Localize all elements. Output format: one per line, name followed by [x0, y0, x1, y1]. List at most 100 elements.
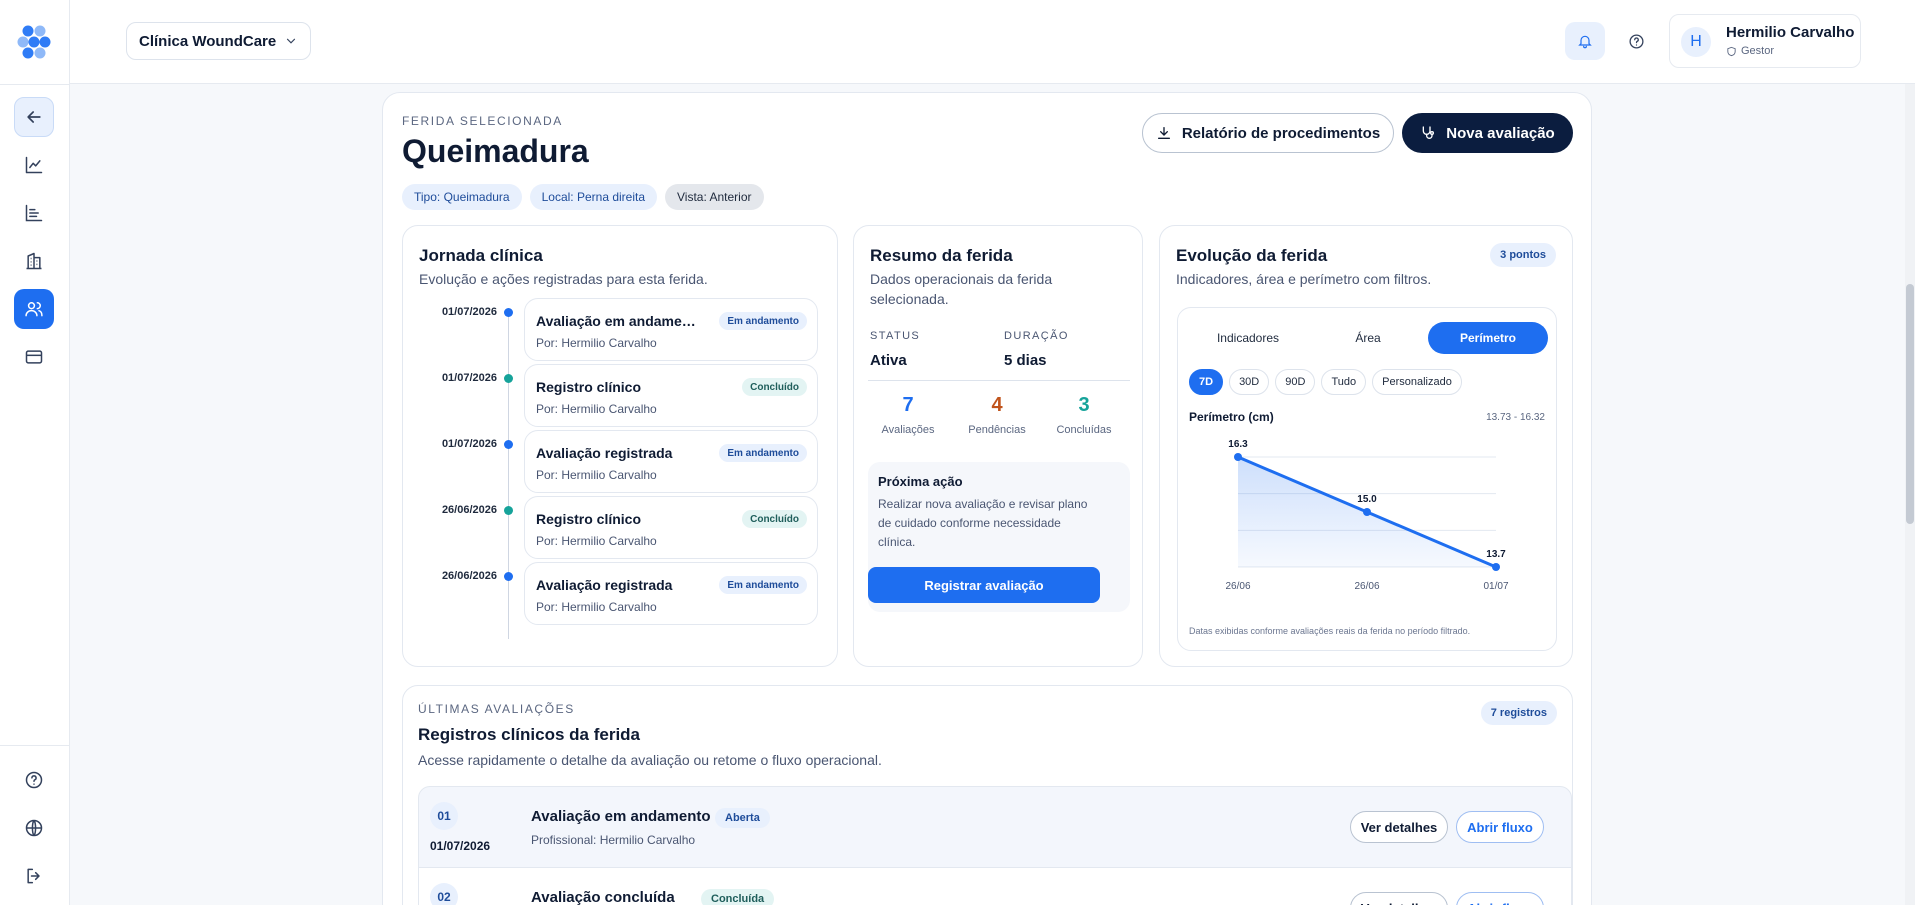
stat-completed-value: 3	[1078, 394, 1090, 416]
wound-detail-card: FERIDA SELECIONADA Queimadura Tipo: Quei…	[382, 92, 1592, 905]
summary-divider	[868, 380, 1130, 381]
range-custom[interactable]: Personalizado	[1372, 369, 1462, 395]
records-badge: 7 registros	[1480, 701, 1557, 725]
shield-icon	[1727, 46, 1736, 56]
timeline-dot	[504, 506, 513, 515]
timeline-dot	[504, 572, 513, 581]
app-logo[interactable]	[14, 22, 54, 62]
view-details-button[interactable]: Ver detalhes	[1350, 811, 1448, 843]
timeline-card[interactable]: Registro clínico Por: Hermilio Carvalho Co…	[524, 364, 818, 427]
timeline-dot	[504, 308, 513, 317]
new-evaluation-label: Nova avaliação	[1446, 124, 1555, 142]
timeline-card[interactable]: Avaliação registrada Por: Hermilio Carval…	[524, 430, 818, 493]
stethoscope-icon	[1422, 126, 1435, 139]
chart-x-tick-label: 26/06	[1225, 581, 1250, 592]
user-menu[interactable]: H Hermilio Carvalho Gestor	[1669, 14, 1861, 68]
view-details-button[interactable]: Ver detalhes	[1350, 892, 1448, 905]
timeline-card[interactable]: Registro clínico Por: Hermilio Carvalho Co…	[524, 496, 818, 559]
range-all[interactable]: Tudo	[1321, 369, 1367, 395]
next-action-line: de cuidado conforme necessidade	[878, 516, 1061, 530]
scrollbar-thumb[interactable]	[1906, 284, 1914, 524]
user-role-label: Gestor	[1741, 45, 1775, 57]
evaluation-number: 02	[430, 883, 458, 905]
duration-label: DURAÇÃO	[1004, 330, 1069, 342]
status-value: Ativa	[870, 352, 907, 369]
journey-panel: Jornada clínica Evolução e ações registr…	[402, 225, 838, 667]
timeline-card-author: Por: Hermilio Carvalho	[536, 336, 657, 350]
timeline-date: 01/07/2026	[441, 438, 497, 450]
chart-data-label: 13.7	[1486, 549, 1506, 560]
timeline-card-author: Por: Hermilio Carvalho	[536, 600, 657, 614]
range-90d[interactable]: 90D	[1275, 369, 1316, 395]
help-circle-icon	[1628, 33, 1644, 49]
page-scrollbar[interactable]	[1905, 84, 1915, 905]
chip-type: Tipo: Queimadura	[402, 184, 522, 210]
back-button[interactable]	[14, 97, 54, 137]
chart-x-tick-label: 01/07	[1483, 581, 1508, 592]
range-30d[interactable]: 30D	[1229, 369, 1270, 395]
timeline-dot	[504, 440, 513, 449]
stat-evaluations-value: 7	[902, 394, 914, 416]
stat-completed-label: Concluídas	[1056, 424, 1112, 436]
points-badge: 3 pontos	[1490, 243, 1556, 267]
evaluation-row[interactable]: 02 Avaliação concluída Concluída Ver det…	[418, 868, 1572, 905]
evaluation-title: Avaliação concluída	[531, 889, 675, 905]
sidebar-item-reports[interactable]	[14, 193, 54, 233]
chart-range-label: 13.73 - 16.32	[1486, 412, 1545, 423]
section-eyebrow: FERIDA SELECIONADA	[402, 114, 563, 128]
timeline-date: 26/06/2026	[441, 570, 497, 582]
status-badge: Concluído	[742, 510, 807, 528]
evolution-panel: Evolução da ferida Indicadores, área e p…	[1159, 225, 1573, 667]
sidebar-item-analytics[interactable]	[14, 145, 54, 185]
chart-footnote: Datas exibidas conforme avaliações reais…	[1189, 626, 1471, 636]
status-badge: Em andamento	[719, 312, 807, 330]
next-action-line: Realizar nova avaliação e revisar plano	[878, 497, 1088, 511]
clinic-name: Clínica WoundCare	[139, 32, 277, 50]
sidebar-item-billing[interactable]	[14, 337, 54, 377]
download-icon	[1157, 127, 1170, 139]
open-flow-button[interactable]: Abrir fluxo	[1456, 811, 1544, 843]
chart-title: Perímetro (cm)	[1189, 410, 1274, 424]
tab-area[interactable]: Área	[1308, 322, 1428, 354]
users-icon	[25, 302, 43, 317]
building-icon	[26, 252, 42, 270]
range-7d[interactable]: 7D	[1189, 369, 1224, 395]
timeline-card[interactable]: Avaliação em andamento Por: Hermilio Carv…	[524, 298, 818, 361]
wound-title: Queimadura	[402, 133, 589, 169]
sidebar-item-patients[interactable]	[14, 289, 54, 329]
report-button[interactable]: Relatório de procedimentos	[1142, 113, 1394, 153]
notifications-button[interactable]	[1565, 22, 1605, 60]
tab-indicators[interactable]: Indicadores	[1188, 322, 1308, 354]
bell-icon	[1578, 35, 1592, 49]
metric-tabs: Indicadores Área Perímetro	[1188, 322, 1548, 354]
help-button[interactable]	[1618, 22, 1654, 60]
timeline-card-author: Por: Hermilio Carvalho	[536, 468, 657, 482]
register-evaluation-button[interactable]: Registrar avaliação	[868, 567, 1100, 603]
chart-data-label: 16.3	[1228, 439, 1248, 450]
credit-card-icon	[25, 350, 43, 364]
evaluations-panel: ÚLTIMAS AVALIAÇÕES Registros clínicos da…	[402, 685, 1573, 905]
timeline-card-title: Registro clínico	[536, 511, 642, 527]
chart-point	[1234, 453, 1242, 461]
sidebar-language-button[interactable]	[14, 808, 54, 848]
status-badge: Concluída	[701, 889, 775, 905]
sidebar-item-units[interactable]	[14, 241, 54, 281]
status-badge: Concluído	[742, 378, 807, 396]
chart-container: Indicadores Área Perímetro 7D 30D 90D Tu…	[1177, 307, 1557, 651]
sidebar-help-button[interactable]	[14, 760, 54, 800]
chart-point	[1492, 563, 1500, 571]
timeline-line	[508, 314, 509, 639]
report-button-label: Relatório de procedimentos	[1181, 124, 1381, 142]
sidebar-logout-button[interactable]	[14, 856, 54, 896]
summary-subtitle-1: Dados operacionais da ferida	[870, 271, 1053, 287]
evaluations-subtitle: Acesse rapidamente o detalhe da avaliaçã…	[418, 752, 882, 768]
clinic-selector[interactable]: Clínica WoundCare	[126, 22, 311, 60]
evaluation-title: Avaliação em andamento	[531, 808, 711, 825]
evaluation-row[interactable]: 01 01/07/2026 Avaliação em andamento Abe…	[418, 786, 1572, 868]
new-evaluation-button[interactable]: Nova avaliação	[1402, 113, 1573, 153]
chip-location: Local: Perna direita	[529, 184, 658, 210]
tab-perimeter[interactable]: Perímetro	[1428, 322, 1548, 354]
timeline-card[interactable]: Avaliação registrada Por: Hermilio Carval…	[524, 562, 818, 625]
open-flow-button[interactable]: Abrir fluxo	[1456, 892, 1544, 905]
chip-view: Vista: Anterior	[665, 184, 764, 210]
